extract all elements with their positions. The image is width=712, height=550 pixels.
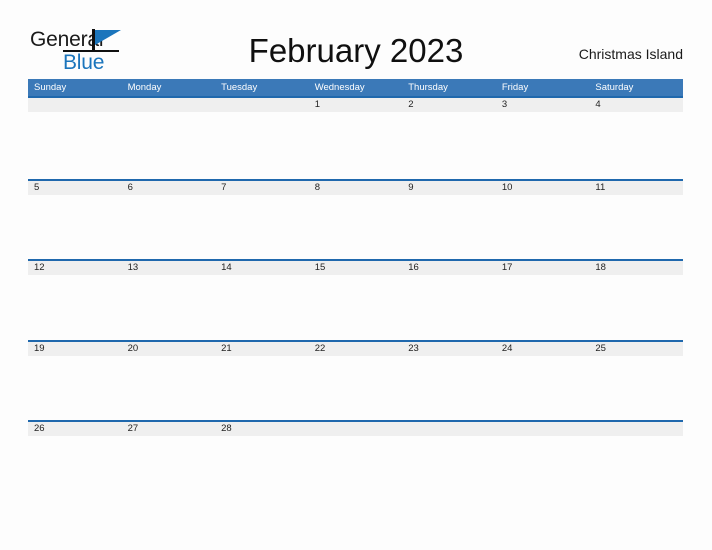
day-cell[interactable] xyxy=(402,422,496,436)
day-cell[interactable]: 3 xyxy=(496,98,590,112)
day-cell[interactable]: 12 xyxy=(28,261,122,275)
day-cell[interactable]: 6 xyxy=(122,181,216,195)
day-cell[interactable] xyxy=(589,422,683,436)
week-row: 26 27 28 xyxy=(28,420,683,501)
day-cell[interactable]: 22 xyxy=(309,342,403,356)
day-cell[interactable]: 18 xyxy=(589,261,683,275)
week-row: 1 2 3 4 xyxy=(28,98,683,179)
day-cell[interactable]: 26 xyxy=(28,422,122,436)
day-cell[interactable]: 13 xyxy=(122,261,216,275)
day-cell[interactable]: 4 xyxy=(589,98,683,112)
day-cell[interactable]: 15 xyxy=(309,261,403,275)
calendar-page: General Blue February 2023 Christmas Isl… xyxy=(0,0,712,550)
day-cell[interactable] xyxy=(496,422,590,436)
day-cell[interactable] xyxy=(122,98,216,112)
weekday-header-tuesday: Tuesday xyxy=(221,82,258,93)
day-cell[interactable]: 20 xyxy=(122,342,216,356)
day-cell[interactable]: 23 xyxy=(402,342,496,356)
week-row: 12 13 14 15 16 17 18 xyxy=(28,259,683,340)
day-cell[interactable]: 19 xyxy=(28,342,122,356)
week-date-band: 1 2 3 4 xyxy=(28,98,683,112)
day-cell[interactable]: 10 xyxy=(496,181,590,195)
day-cell[interactable]: 27 xyxy=(122,422,216,436)
day-cell[interactable]: 21 xyxy=(215,342,309,356)
location-label: Christmas Island xyxy=(578,46,683,62)
week-date-band: 12 13 14 15 16 17 18 xyxy=(28,259,683,276)
weekday-header-wednesday: Wednesday xyxy=(314,82,365,93)
day-cell[interactable]: 11 xyxy=(589,181,683,195)
day-cell[interactable] xyxy=(28,98,122,112)
weekday-header-saturday: Saturday xyxy=(595,82,634,93)
week-date-band: 26 27 28 xyxy=(28,420,683,437)
day-cell[interactable]: 8 xyxy=(309,181,403,195)
weekday-header-monday: Monday xyxy=(127,82,162,93)
weekday-header-thursday: Thursday xyxy=(408,82,448,93)
week-row: 19 20 21 22 23 24 25 xyxy=(28,339,683,421)
day-cell[interactable]: 2 xyxy=(402,98,496,112)
day-cell[interactable]: 14 xyxy=(215,261,309,275)
day-cell[interactable] xyxy=(215,98,309,112)
day-cell[interactable] xyxy=(309,422,403,436)
day-cell[interactable]: 25 xyxy=(589,342,683,356)
weekday-header-row: Sunday Monday Tuesday Wednesday Thursday… xyxy=(28,79,683,98)
day-cell[interactable]: 9 xyxy=(402,181,496,195)
week-date-band: 19 20 21 22 23 24 25 xyxy=(28,339,683,356)
day-cell[interactable]: 1 xyxy=(309,98,403,112)
week-row: 5 6 7 8 9 10 11 xyxy=(28,178,683,260)
day-cell[interactable]: 16 xyxy=(402,261,496,275)
calendar-grid: Sunday Monday Tuesday Wednesday Thursday… xyxy=(28,79,683,501)
day-cell[interactable]: 7 xyxy=(215,181,309,195)
day-cell[interactable]: 5 xyxy=(28,181,122,195)
page-header: General Blue February 2023 Christmas Isl… xyxy=(0,0,712,78)
day-cell[interactable]: 17 xyxy=(496,261,590,275)
day-cell[interactable]: 24 xyxy=(496,342,590,356)
week-date-band: 5 6 7 8 9 10 11 xyxy=(28,178,683,195)
day-cell[interactable]: 28 xyxy=(215,422,309,436)
weekday-header-sunday: Sunday xyxy=(34,82,67,93)
weekday-header-friday: Friday xyxy=(501,82,529,93)
